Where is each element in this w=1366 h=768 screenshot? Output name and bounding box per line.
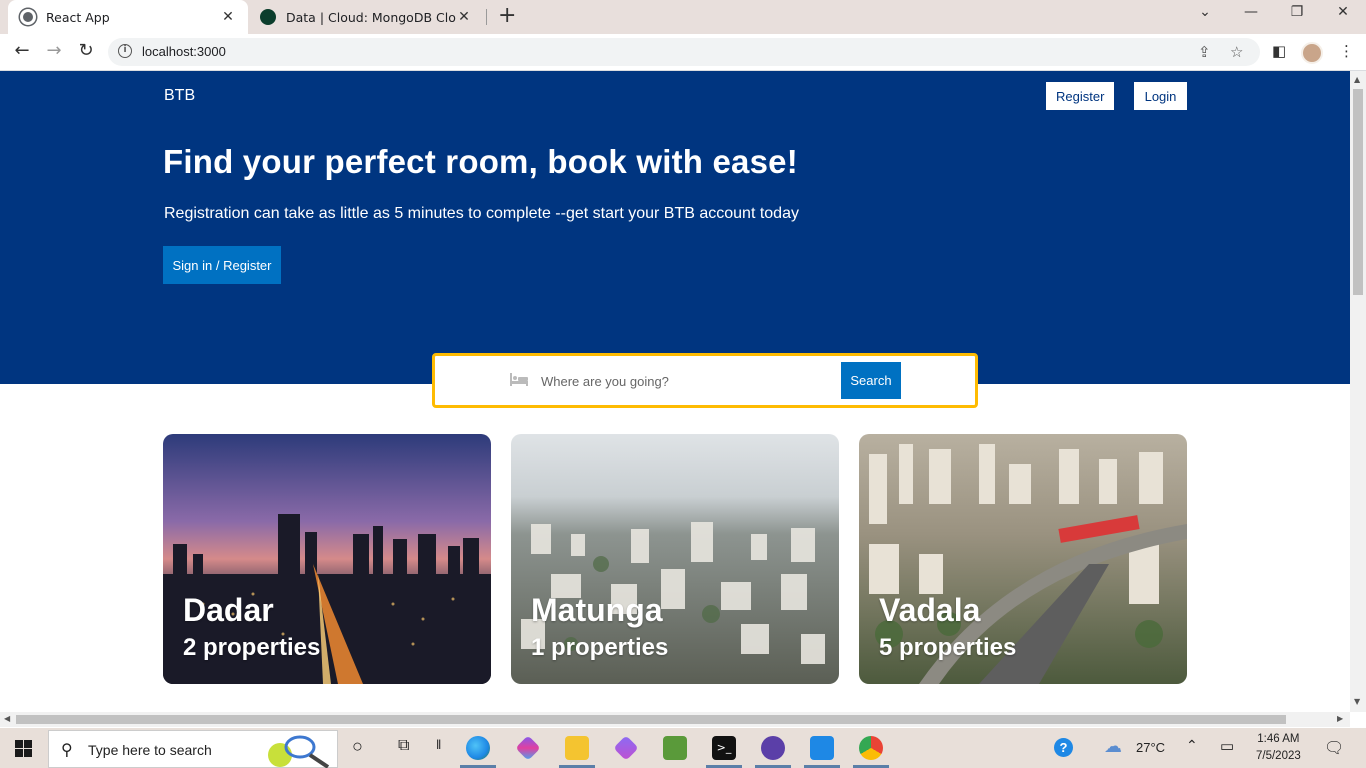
mongodb-leaf-icon	[260, 9, 276, 25]
tab-mongodb[interactable]: Data | Cloud: MongoDB Cloud ✕	[248, 0, 484, 34]
vscode-icon[interactable]	[810, 736, 834, 760]
page-viewport: BTB Register Login Find your perfect roo…	[0, 71, 1350, 712]
browser-toolbar: ← → ↻ i localhost:3000 ⇪ ☆ ◧ ⋮	[0, 34, 1366, 71]
tab-react-app[interactable]: React App ✕	[8, 0, 248, 34]
back-button[interactable]: ←	[10, 40, 34, 61]
city-name: Vadala	[879, 592, 981, 628]
scroll-left-icon[interactable]: ◀	[4, 714, 10, 723]
search-button[interactable]: Search	[841, 362, 901, 399]
file-explorer-icon[interactable]	[565, 736, 589, 760]
system-clock[interactable]: 1:46 AM 7/5/2023	[1256, 731, 1301, 765]
taskbar-search-box[interactable]: ⚲ Type here to search	[48, 730, 338, 768]
url-text: localhost:3000	[142, 44, 226, 59]
search-bar: Search	[432, 353, 978, 408]
property-count: 5 properties	[879, 634, 1017, 661]
clock-time: 1:46 AM	[1257, 733, 1300, 745]
address-bar[interactable]: i localhost:3000 ⇪ ☆	[108, 38, 1260, 66]
scrollbar-thumb[interactable]	[16, 715, 1286, 724]
close-window-button[interactable]: ✕	[1320, 4, 1366, 20]
city-card-matunga[interactable]: Matunga 1 properties	[511, 434, 839, 684]
windows-taskbar: ⚲ Type here to search ○ ⧉ ‖ >_ ? ☁ 27°C …	[0, 728, 1366, 768]
forward-button[interactable]: →	[42, 40, 66, 61]
new-tab-button[interactable]: +	[498, 5, 516, 27]
profile-avatar[interactable]	[1301, 42, 1323, 64]
restore-button[interactable]: ❐	[1274, 4, 1320, 20]
city-cards: Dadar 2 properties Matunga 1 properties …	[163, 434, 1187, 684]
minimize-button[interactable]: —	[1228, 4, 1274, 20]
register-button[interactable]: Register	[1046, 82, 1114, 110]
browser-tab-bar: React App ✕ Data | Cloud: MongoDB Cloud …	[0, 0, 1366, 34]
city-card-dadar[interactable]: Dadar 2 properties	[163, 434, 491, 684]
browser-app-icon[interactable]	[761, 736, 785, 760]
tab-title: Data | Cloud: MongoDB Cloud	[286, 9, 456, 25]
scrollbar-thumb[interactable]	[1353, 89, 1363, 295]
bookmark-star-icon[interactable]: ☆	[1230, 43, 1243, 61]
hero-subtitle: Registration can take as little as 5 min…	[164, 205, 799, 222]
notepad-plus-icon[interactable]	[663, 736, 687, 760]
city-card-vadala[interactable]: Vadala 5 properties	[859, 434, 1187, 684]
tab-search-chevron-icon[interactable]: ⌄	[1182, 4, 1228, 20]
taskbar-search-placeholder: Type here to search	[88, 742, 212, 758]
city-name: Matunga	[531, 592, 663, 628]
hero-section: BTB Register Login Find your perfect roo…	[0, 71, 1350, 384]
show-hidden-icons-chevron-icon[interactable]: ⌃	[1186, 737, 1198, 754]
copilot-icon[interactable]	[515, 735, 541, 761]
help-icon[interactable]: ?	[1054, 738, 1073, 757]
brand-logo[interactable]: BTB	[164, 87, 195, 105]
city-name: Dadar	[183, 592, 274, 628]
weather-cloud-icon[interactable]: ☁	[1104, 736, 1122, 757]
menu-kebab-icon[interactable]: ⋮	[1339, 42, 1354, 60]
separator-icon: ‖	[436, 737, 442, 752]
clock-date: 7/5/2023	[1256, 750, 1301, 762]
app-icon[interactable]	[613, 735, 639, 761]
close-tab-icon[interactable]: ✕	[220, 9, 236, 25]
weather-temperature[interactable]: 27°C	[1136, 740, 1165, 755]
login-button[interactable]: Login	[1134, 82, 1187, 110]
tab-title: React App	[46, 9, 110, 25]
reload-button[interactable]: ↻	[74, 40, 98, 61]
task-view-icon[interactable]: ⧉	[398, 737, 409, 755]
property-count: 1 properties	[531, 634, 669, 661]
search-icon: ⚲	[61, 740, 73, 759]
vertical-scrollbar[interactable]: ▲ ▼	[1350, 71, 1366, 712]
display-icon[interactable]: ▭	[1220, 737, 1234, 755]
share-icon[interactable]: ⇪	[1198, 43, 1211, 61]
tennis-racket-icon	[268, 735, 330, 768]
edge-icon[interactable]	[466, 736, 490, 760]
tab-divider	[486, 9, 487, 25]
globe-icon	[20, 9, 36, 25]
sign-in-register-button[interactable]: Sign in / Register	[163, 246, 281, 284]
close-tab-icon[interactable]: ✕	[456, 9, 472, 25]
bed-icon	[510, 373, 528, 386]
chrome-icon[interactable]	[859, 736, 883, 760]
hero-title: Find your perfect room, book with ease!	[163, 143, 798, 180]
terminal-icon[interactable]: >_	[712, 736, 736, 760]
site-info-icon[interactable]: i	[118, 44, 132, 58]
windows-start-icon[interactable]	[15, 740, 32, 757]
property-count: 2 properties	[183, 634, 321, 661]
scroll-up-icon[interactable]: ▲	[1354, 75, 1360, 84]
horizontal-scrollbar[interactable]: ◀ ▶	[0, 712, 1350, 727]
destination-search-input[interactable]	[541, 370, 831, 392]
cortana-icon[interactable]: ○	[352, 736, 363, 757]
side-panel-icon[interactable]: ◧	[1272, 42, 1286, 60]
scroll-down-icon[interactable]: ▼	[1354, 697, 1360, 706]
notifications-icon[interactable]: 🗨	[1324, 738, 1344, 758]
scroll-right-icon[interactable]: ▶	[1337, 714, 1343, 723]
